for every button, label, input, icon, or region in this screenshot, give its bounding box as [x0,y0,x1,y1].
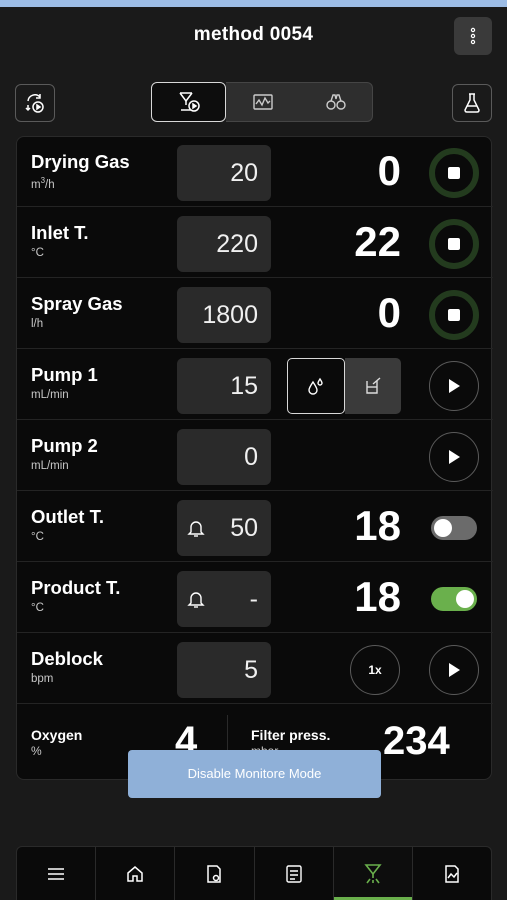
filter-press-label: Filter press. [251,727,331,743]
home-icon [127,865,143,882]
product-t-setpoint: - [249,585,258,613]
play-icon [449,379,460,393]
menu-icon [48,867,65,880]
tab-chart[interactable] [226,82,299,122]
play-icon [449,450,460,464]
bottom-nav [16,846,492,900]
row-product-t: Product T. °C - 18 [17,563,493,633]
drying-gas-setpoint-input[interactable]: 20 [177,145,271,201]
product-t-unit: °C [31,602,44,614]
deblock-label: Deblock [31,648,103,669]
deblock-setpoint-input[interactable]: 5 [177,642,271,698]
row-inlet-t: Inlet T. °C 220 22 [17,208,493,278]
row-drying-gas: Drying Gas m3/h 20 0 [17,137,493,207]
bell-icon [187,521,205,537]
nav-menu[interactable] [17,847,97,900]
row-outlet-t: Outlet T. °C 50 18 [17,492,493,562]
nav-checklist[interactable] [255,847,334,900]
product-t-alarm-toggle[interactable] [431,587,477,611]
oxygen-unit: % [31,744,42,758]
bell-icon [187,592,205,608]
play-icon [449,663,460,677]
sync-run-button[interactable] [15,84,55,122]
flask-icon [464,93,480,113]
spray-gas-label: Spray Gas [31,293,123,314]
toggle-knob [434,519,452,537]
outlet-t-alarm-toggle[interactable] [431,516,477,540]
outlet-t-value: 18 [354,502,401,549]
pump-1-mode-drops[interactable] [287,358,345,414]
drying-gas-stop-button[interactable] [429,148,479,198]
top-status-strip [0,0,507,7]
drying-gas-label: Drying Gas [31,151,130,172]
flask-button[interactable] [452,84,492,122]
row-spray-gas: Spray Gas l/h 1800 0 [17,279,493,349]
disable-monitor-mode-button[interactable]: Disable Monitore Mode [128,750,381,798]
pump-1-play-button[interactable] [429,361,479,411]
toggle-knob [456,590,474,608]
nav-spray[interactable] [333,847,413,900]
pump-2-play-button[interactable] [429,432,479,482]
deblock-unit: bpm [31,673,54,685]
spray-gas-stop-button[interactable] [429,290,479,340]
spray-gas-unit: l/h [31,318,44,330]
row-pump-2: Pump 2 mL/min 0 [17,421,493,491]
pump-1-mode-toggle [287,358,401,414]
deblock-multiplier-button[interactable]: 1x [350,645,400,695]
stop-icon [448,167,460,179]
outlet-t-alarm-input[interactable]: 50 [177,500,271,556]
outlet-t-unit: °C [31,531,44,543]
pump-1-setpoint-input[interactable]: 15 [177,358,271,414]
tab-monitor[interactable] [299,82,373,122]
product-t-value: 18 [354,573,401,620]
stop-icon [448,309,460,321]
pump-2-unit: mL/min [31,460,69,472]
drops-icon [308,377,323,395]
inlet-t-stop-button[interactable] [429,219,479,269]
nav-device[interactable] [175,847,255,900]
chart-icon [252,94,273,110]
device-icon [207,864,222,883]
report-icon [445,864,459,883]
spray-icon [364,863,382,883]
kebab-menu-button[interactable] [454,17,492,55]
spray-gas-value: 0 [377,289,401,336]
inlet-t-setpoint-input[interactable]: 220 [177,216,271,272]
outlet-t-label: Outlet T. [31,506,104,527]
inlet-t-value: 22 [354,218,401,265]
pump-1-unit: mL/min [31,389,69,401]
row-deblock: Deblock bpm 5 1x [17,634,493,704]
pump-2-setpoint-input[interactable]: 0 [177,429,271,485]
sync-run-icon [25,94,44,113]
pump-1-mode-beaker[interactable] [345,358,401,414]
inlet-t-label: Inlet T. [31,222,89,243]
view-tabs [151,82,373,122]
product-t-label: Product T. [31,577,121,598]
drying-gas-value: 0 [377,147,401,194]
parameters-panel: Drying Gas m3/h 20 0 Inlet T. °C 220 22 … [16,136,493,780]
nav-home[interactable] [96,847,176,900]
method-title: method 0054 [193,24,314,45]
app-header: method 0054 [0,7,507,65]
stop-icon [448,238,460,250]
kebab-menu-icon [470,27,476,45]
inlet-t-unit: °C [31,247,44,259]
binoculars-icon [325,94,346,110]
deblock-play-button[interactable] [429,645,479,695]
checklist-icon [285,864,302,883]
row-pump-1: Pump 1 mL/min 15 [17,350,493,420]
tab-run[interactable] [151,82,226,122]
outlet-t-setpoint: 50 [230,514,258,542]
oxygen-label: Oxygen [31,727,83,743]
beaker-icon [366,377,381,394]
filter-press-value: 234 [383,719,450,763]
product-t-alarm-input[interactable]: - [177,571,271,627]
spray-run-icon [178,92,200,112]
pump-2-label: Pump 2 [31,435,98,456]
nav-report[interactable] [413,847,491,900]
pump-1-label: Pump 1 [31,364,98,385]
spray-gas-setpoint-input[interactable]: 1800 [177,287,271,343]
drying-gas-unit: m3/h [31,176,55,191]
